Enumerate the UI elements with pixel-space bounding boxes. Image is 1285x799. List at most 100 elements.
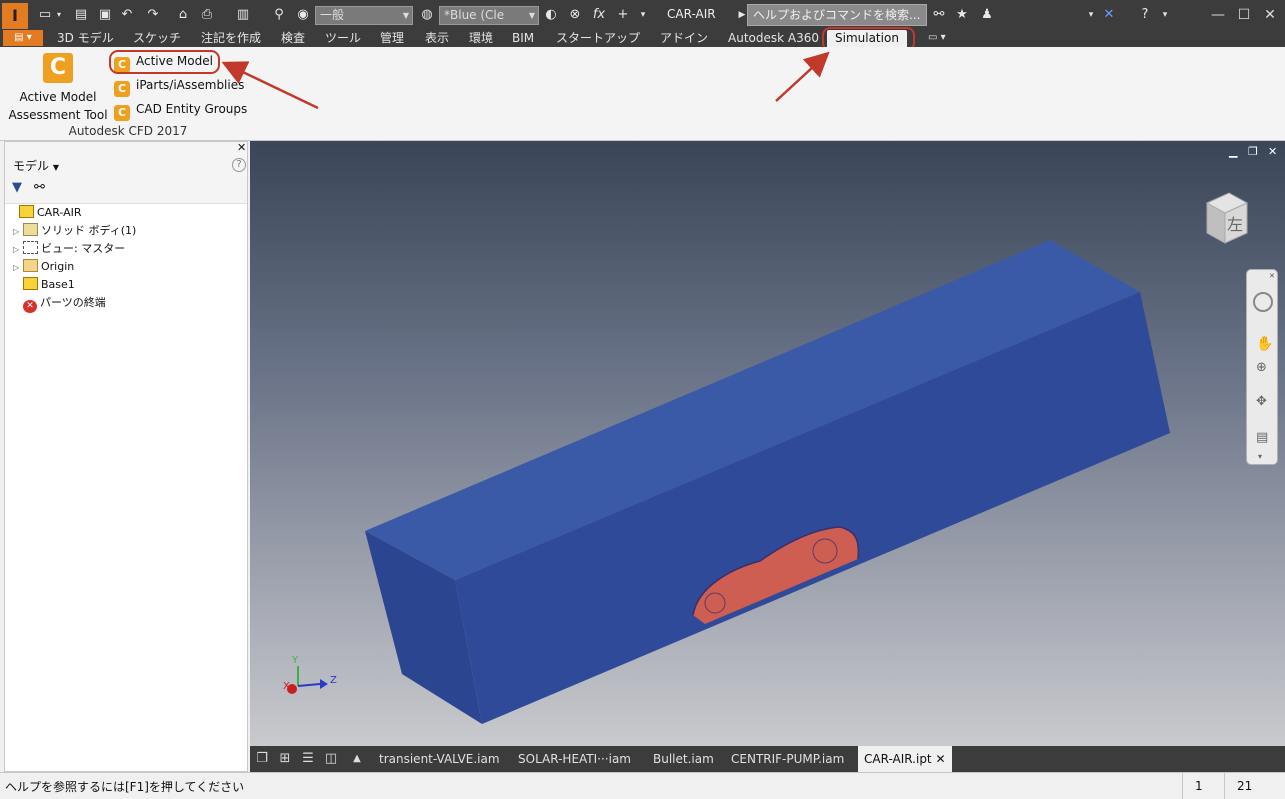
tab-manage[interactable]: 管理 [380,30,404,47]
app-logo[interactable]: I [2,3,28,29]
tab-add-ins[interactable]: アドイン [660,30,708,47]
clear-appearance-icon[interactable]: ⊗ [566,6,584,24]
open-folder-icon[interactable]: ▤ [72,6,90,24]
big-button-label-1: Active Model [19,90,97,104]
new-dropdown-icon[interactable]: ▾ [54,6,64,24]
tab-get-started[interactable]: スタートアップ [556,30,640,47]
plus-icon[interactable]: + [614,6,632,24]
navigation-bar: ✕ ✋ ⊕ ✥ ▤ ▾ [1246,269,1278,465]
undo-icon[interactable]: ↶ [118,6,136,24]
panel-title: Autodesk CFD 2017 [68,124,188,138]
navbar-customize-icon[interactable]: ▾ [1258,452,1262,461]
iparts-iassemblies-button[interactable]: CiParts/iAssemblies [114,75,244,97]
browser-title: モデル [13,159,50,173]
appearance-dropdown[interactable]: *Blue (Cle ▼ [439,6,539,25]
style-dropdown[interactable]: 一般 ▼ [315,6,413,25]
application-menu-button[interactable]: ▤ ▾ [3,30,43,46]
doc-tab-bullet[interactable]: Bullet.iam [653,746,714,772]
redo-icon[interactable]: ↷ [144,6,162,24]
chevron-down-icon: ▼ [528,11,535,20]
tab-view[interactable]: 表示 [425,30,449,47]
help-search-input[interactable]: ヘルプおよびコマンドを検索... [747,4,927,26]
binoculars-icon[interactable]: ⚯ [930,6,948,24]
tile-windows-icon[interactable]: ⊞ [277,751,293,767]
steering-wheel-icon[interactable] [1253,292,1273,312]
tile-vertical-icon[interactable]: ◫ [323,751,339,767]
measure-icon[interactable]: ⚲ [270,6,288,24]
panel-toggle-icon[interactable]: ▭ ▾ [928,30,946,47]
filter-icon[interactable]: ▼ [12,180,22,195]
tab-sketch[interactable]: スケッチ [133,30,181,47]
help-dropdown-icon[interactable]: ▾ [1156,6,1174,24]
viewcube[interactable]: 左 [1199,191,1249,247]
tile-horizontal-icon[interactable]: ☰ [300,751,316,767]
look-at-icon[interactable]: ▤ [1256,430,1268,445]
document-tab-bar: ❐ ⊞ ☰ ◫ ▲ transient-VALVE.iam SOLAR-HEAT… [250,746,1285,772]
expand-arrow-icon[interactable]: ▷ [13,259,23,277]
print-icon[interactable]: ⎙ [198,6,216,24]
tab-autodesk-a360[interactable]: Autodesk A360 [728,30,819,47]
browser-help-icon[interactable]: ? [232,158,246,172]
material-sphere-icon[interactable]: ◉ [294,6,312,24]
save-icon[interactable]: ▣ [96,6,114,24]
cfd-icon: C [114,81,130,97]
help-icon[interactable]: ? [1136,6,1154,24]
tree-item-origin[interactable]: ▷ Origin [13,258,74,276]
minimize-button[interactable]: — [1208,5,1228,25]
tree-item-car-air[interactable]: CAR-AIR [19,204,82,222]
tab-inspect[interactable]: 検査 [281,30,305,47]
expand-arrow-icon[interactable]: ▷ [13,223,23,241]
parameters-icon[interactable]: fx [590,6,608,24]
viewcube-face-label: 左 [1227,215,1244,234]
tab-environments[interactable]: 環境 [469,30,493,47]
maximize-button[interactable]: ☐ [1234,5,1254,25]
active-model-assessment-button[interactable]: Active Model Assessment Tool [6,88,110,124]
exchange-apps-icon[interactable]: ✕ [1100,6,1118,24]
tab-annotate[interactable]: 注記を作成 [201,30,261,47]
big-button-label-2: Assessment Tool [8,108,108,122]
cascade-windows-icon[interactable]: ❐ [254,751,270,767]
tree-item-solid-bodies[interactable]: ▷ ソリッド ボディ(1) [13,222,136,240]
doc-tab-label: CAR-AIR.ipt [864,752,932,766]
graphics-viewport[interactable]: ▁ ❐ ✕ 左 ✕ ✋ ⊕ ✥ ▤ ▾ Y X Z [250,141,1285,746]
solid-bodies-icon [23,223,38,236]
tree-item-base1[interactable]: Base1 [23,276,75,294]
tree-label: Origin [41,260,75,273]
expand-arrow-icon[interactable]: ▷ [13,241,23,259]
cfd-logo-icon[interactable]: C [43,53,73,83]
tab-tools[interactable]: ツール [325,30,361,47]
tab-3d-model[interactable]: 3D モデル [57,30,114,47]
favorites-star-icon[interactable]: ★ [953,6,971,24]
account-dropdown-icon[interactable]: ▾ [1082,6,1100,24]
orbit-icon[interactable]: ✥ [1256,394,1267,409]
home-icon[interactable]: ⌂ [174,6,192,24]
browser-title-dropdown[interactable]: モデル ▼ [13,157,59,174]
pan-hand-icon[interactable]: ✋ [1256,336,1273,352]
browser-header: ✕ モデル ▼ ? ▼ ⚯ [5,141,247,204]
navbar-close-icon[interactable]: ✕ [1269,272,1275,280]
close-button[interactable]: ✕ [1260,5,1280,25]
tree-item-end-of-part[interactable]: ✕ パーツの終端 [23,294,106,313]
tree-label: ソリッド ボディ(1) [41,224,137,237]
appearance-value: *Blue (Cle [444,8,505,22]
doc-tab-centrif-pump[interactable]: CENTRIF-PUMP.iam [731,746,844,772]
doc-tab-transient-valve[interactable]: transient-VALVE.iam [379,746,500,772]
customize-qat-icon[interactable]: ▾ [634,6,652,24]
adjust-appearance-icon[interactable]: ◐ [542,6,560,24]
close-tab-icon[interactable]: ✕ [935,752,945,766]
active-model-highlight [109,50,220,74]
update-icon[interactable]: ▥ [234,6,252,24]
doc-tab-solar-heating[interactable]: SOLAR-HEATI···iam [518,746,631,772]
find-binoculars-icon[interactable]: ⚯ [34,180,45,195]
cad-entity-groups-button[interactable]: C CAD Entity Groups [114,99,247,121]
browser-close-icon[interactable]: ✕ [237,141,246,154]
open-documents-icon[interactable]: ▲ [349,751,365,767]
color-wheel-icon[interactable]: ◍ [418,6,436,24]
sign-in-user-icon[interactable]: ♟ [978,6,996,24]
new-file-icon[interactable]: ▭ [36,6,54,24]
zoom-icon[interactable]: ⊕ [1256,360,1267,375]
doc-tab-car-air[interactable]: CAR-AIR.ipt ✕ [858,746,952,772]
tab-bim[interactable]: BIM [512,30,534,47]
tree-item-view-master[interactable]: ▷ ビュー: マスター [13,240,125,258]
status-count-2: 21 [1224,773,1285,799]
